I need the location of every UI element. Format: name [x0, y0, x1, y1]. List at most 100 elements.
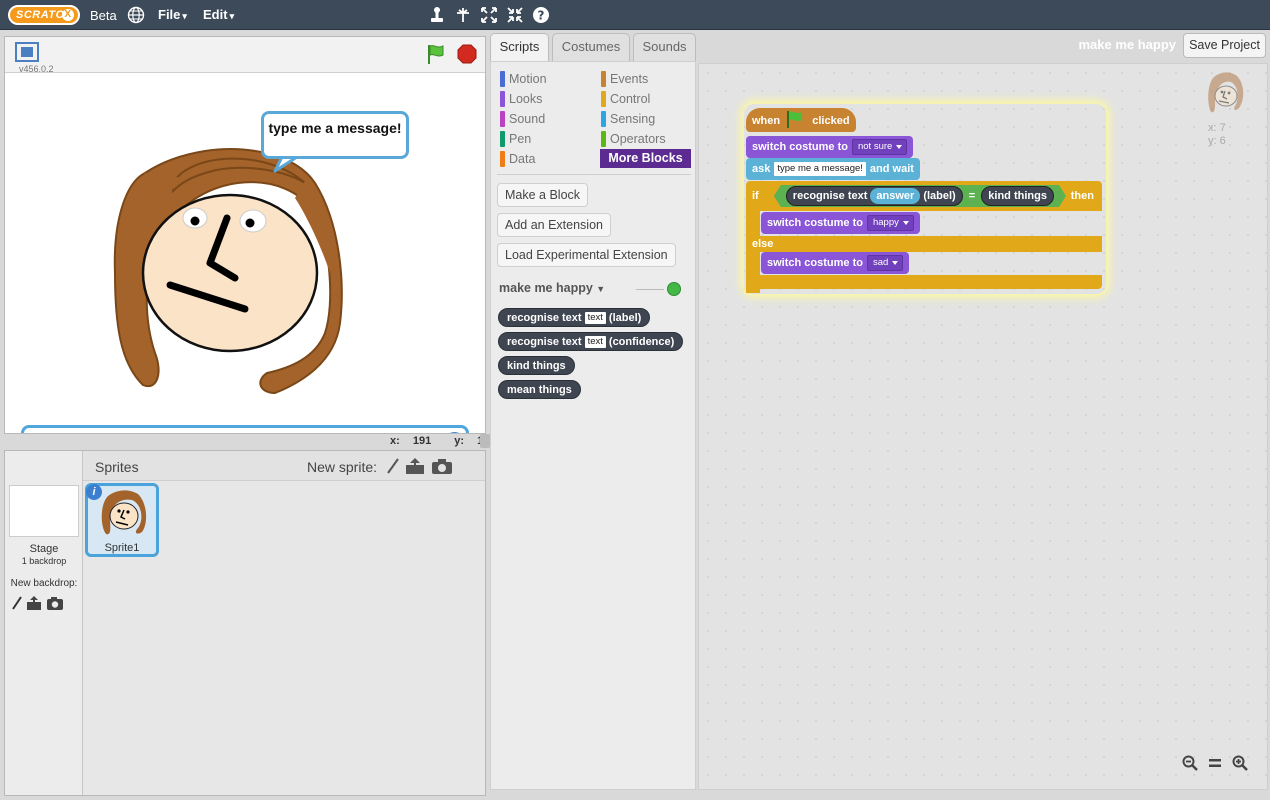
category-operators[interactable]: Operators: [601, 130, 666, 148]
duplicate-stamp-icon[interactable]: [427, 6, 447, 29]
speech-bubble: type me a message!: [261, 111, 409, 159]
block-text: else: [752, 238, 774, 250]
zoom-in-icon[interactable]: [1232, 755, 1249, 771]
chevron-down-icon: ▾: [182, 11, 187, 21]
category-data[interactable]: Data: [500, 150, 535, 168]
grow-icon[interactable]: [479, 6, 499, 29]
recognise-text-label-block[interactable]: recognise text text (label): [498, 308, 651, 327]
sprite-info-icon[interactable]: i: [86, 484, 102, 500]
category-label: Data: [509, 152, 536, 166]
recognise-text-reporter[interactable]: recognise text answer (label): [786, 186, 963, 206]
tab-scripts[interactable]: Scripts: [490, 33, 549, 61]
sprites-title: Sprites: [95, 459, 139, 475]
category-label: Events: [610, 72, 649, 86]
block-text: recognise text: [792, 190, 868, 202]
kind-things-reporter[interactable]: kind things: [981, 186, 1054, 206]
paint-brush-icon[interactable]: [12, 596, 22, 610]
equals-operator-block[interactable]: recognise text answer (label) = kind thing…: [774, 185, 1066, 207]
extension-menu[interactable]: make me happy ▼: [499, 281, 605, 295]
zoom-reset-icon[interactable]: [1208, 755, 1222, 771]
camera-icon[interactable]: [431, 457, 453, 475]
category-more-blocks[interactable]: More Blocks: [600, 149, 691, 168]
switch-costume-block[interactable]: switch costume to sad: [761, 252, 910, 274]
block-text: ask: [752, 163, 771, 175]
category-pen[interactable]: Pen: [500, 130, 531, 148]
file-menu[interactable]: File ▾: [158, 7, 187, 22]
block-text: switch costume to: [767, 217, 863, 229]
help-icon[interactable]: ?: [531, 6, 551, 29]
upload-icon[interactable]: [27, 596, 41, 610]
sprite-position: x: 7 y: 6: [1208, 122, 1226, 148]
stage-thumbnail[interactable]: [9, 485, 79, 537]
category-sound[interactable]: Sound: [500, 110, 545, 128]
mean-things-block[interactable]: mean things: [498, 380, 581, 399]
if-else-bottom: [746, 275, 1102, 289]
stage-canvas[interactable]: type me a message! ✓: [5, 73, 485, 433]
block-text: if: [752, 190, 759, 202]
sprite-y: y: 6: [1208, 135, 1226, 147]
sprite-thumbnail-sprite1[interactable]: i Sprite1: [85, 483, 159, 557]
green-flag-icon: [787, 111, 803, 128]
edit-menu[interactable]: Edit ▾: [203, 7, 234, 22]
switch-costume-block[interactable]: switch costume to happy: [761, 212, 920, 234]
switch-costume-block[interactable]: switch costume to not sure: [746, 136, 914, 158]
block-input-slot[interactable]: text: [584, 336, 606, 348]
add-extension-button[interactable]: Add an Extension: [497, 213, 611, 237]
save-project-button[interactable]: Save Project: [1183, 33, 1266, 58]
when-flag-clicked-block[interactable]: when clicked: [746, 108, 856, 132]
zoom-out-icon[interactable]: [1182, 755, 1198, 771]
sprite-face-drawing: [113, 148, 343, 395]
category-color-swatch: [601, 131, 606, 147]
category-control[interactable]: Control: [601, 90, 650, 108]
recognise-text-confidence-block[interactable]: recognise text text (confidence): [498, 332, 684, 351]
menu-bar: SCRATCH X Beta File ▾ Edit ▾ ?: [0, 0, 1270, 30]
fullscreen-button[interactable]: [15, 42, 39, 62]
paint-brush-icon[interactable]: [385, 457, 401, 475]
answer-reporter[interactable]: answer: [870, 188, 920, 204]
category-events[interactable]: Events: [601, 70, 648, 88]
category-motion[interactable]: Motion: [500, 70, 547, 88]
checkmark-icon[interactable]: ✓: [444, 432, 465, 433]
stage-label: Stage: [29, 543, 59, 555]
category-sensing[interactable]: Sensing: [601, 110, 655, 128]
block-text: recognise text: [507, 336, 582, 348]
stage-panel: v456.0.2 type me a message!: [4, 36, 486, 434]
cut-scissors-icon[interactable]: [453, 6, 473, 29]
category-color-swatch: [601, 71, 606, 87]
if-else-block[interactable]: if recognise text answer (label) = kind th…: [746, 181, 1102, 211]
sprite-face-thumbnail: [1208, 72, 1244, 113]
sprite-x: x: 7: [1208, 122, 1226, 134]
palette-divider: [497, 174, 691, 175]
costume-dropdown[interactable]: sad: [866, 255, 904, 271]
ask-and-wait-block[interactable]: ask type me a message! and wait: [746, 158, 920, 180]
stage-backdrop-count: 1 backdrop: [21, 556, 67, 566]
category-label: Control: [610, 92, 651, 106]
costume-dropdown[interactable]: not sure: [851, 139, 908, 155]
category-label: Looks: [509, 92, 543, 106]
block-input-slot[interactable]: text: [584, 312, 606, 324]
costume-dropdown[interactable]: happy: [866, 215, 914, 231]
collapse-stage-handle[interactable]: [480, 434, 490, 448]
stop-sign-icon[interactable]: [457, 44, 477, 64]
globe-icon[interactable]: [126, 6, 146, 29]
category-looks[interactable]: Looks: [500, 90, 542, 108]
make-a-block-button[interactable]: Make a Block: [497, 183, 589, 207]
svg-text:?: ?: [538, 9, 545, 23]
category-color-swatch: [500, 131, 505, 147]
green-flag-icon[interactable]: [425, 43, 447, 65]
new-sprite-label: New sprite:: [307, 459, 378, 475]
shrink-icon[interactable]: [505, 6, 525, 29]
camera-icon[interactable]: [47, 597, 63, 610]
kind-things-block[interactable]: kind things: [498, 356, 575, 375]
logo-x: X: [62, 9, 74, 21]
ask-text-input[interactable]: type me a message!: [774, 162, 866, 176]
load-experimental-extension-button[interactable]: Load Experimental Extension: [497, 243, 676, 267]
tab-sounds[interactable]: Sounds: [633, 33, 696, 61]
block-text: switch costume to: [752, 141, 848, 153]
extension-separator: [636, 289, 664, 290]
sprite-name: Sprite1: [104, 542, 140, 554]
tab-costumes[interactable]: Costumes: [552, 33, 630, 61]
sprites-panel: Stage 1 backdrop New backdrop: Sprites N…: [4, 450, 486, 796]
upload-icon[interactable]: [405, 457, 425, 475]
scratchx-logo[interactable]: SCRATCH X: [8, 5, 80, 25]
